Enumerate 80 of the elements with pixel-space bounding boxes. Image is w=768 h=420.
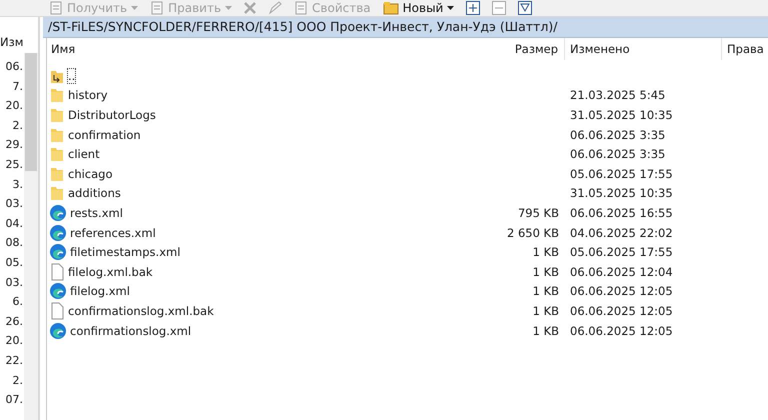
folder-icon [49, 185, 65, 202]
table-cell-text: 05.06.2025 17:55 [569, 245, 674, 260]
table-cell-text: 06.06.2025 12:05 [569, 284, 674, 298]
scroll-thumb[interactable] [25, 53, 37, 171]
swirl-icon [49, 204, 67, 222]
file-name[interactable]: filelog.xml.bak [68, 264, 153, 279]
table-cell-text: 795 KB [516, 206, 560, 220]
table-cell-text: 06.06.2025 12:05 [569, 304, 674, 318]
table-cell-text: 1 KB [532, 324, 560, 338]
table-cell-text: 06.06.2025 12:05 [569, 324, 674, 338]
document-icon [49, 262, 65, 281]
document-icon [49, 302, 65, 320]
table-cell-text: 06.06.2025 3:35 [569, 147, 666, 162]
swirl-icon [49, 224, 67, 242]
table-cell-text: 04. [4, 216, 24, 232]
column-header[interactable]: Имя [47, 38, 493, 60]
file-name[interactable]: confirmationslog.xml [70, 324, 192, 338]
column-header[interactable]: Изменено [565, 38, 722, 60]
folder-icon [49, 146, 65, 162]
file-name[interactable]: confirmation [68, 128, 141, 142]
file-name[interactable]: chicago [68, 166, 113, 181]
table-cell-text: 2 650 KB [506, 226, 560, 240]
folder-icon [49, 87, 65, 104]
table-cell-text: 06.06.2025 16:55 [569, 206, 674, 220]
toolbar-button[interactable]: Новый [380, 0, 458, 16]
table-cell-text: 1 KB [532, 284, 560, 298]
table-cell-text: 2. [12, 118, 24, 134]
table-cell-text: 2. [12, 372, 24, 388]
file-name[interactable]: additions [68, 186, 121, 200]
file-name[interactable]: client [68, 147, 100, 162]
table-cell-text: 05. [4, 254, 24, 271]
table-cell-text: 3. [12, 176, 24, 193]
table-cell-text: 05.06.2025 17:55 [569, 166, 674, 181]
folder-icon [49, 166, 65, 182]
table-cell-text: 7. [12, 78, 24, 95]
swirl-icon [49, 243, 67, 262]
table-cell-text: 03. [4, 274, 24, 291]
table-cell-text: 1 KB [532, 304, 560, 318]
table-cell-text: 20. [4, 333, 24, 350]
column-header[interactable]: Размер [493, 38, 565, 60]
pencil-icon [268, 1, 282, 15]
new-folder-icon [382, 1, 399, 15]
file-name[interactable]: confirmationslog.xml.bak [68, 304, 214, 318]
table-cell-text: 1 KB [532, 264, 560, 279]
minus-icon [492, 1, 506, 15]
column-header[interactable]: Права [722, 38, 764, 60]
file-name[interactable]: DistributorLogs [68, 108, 156, 122]
table-cell-text: 07. [4, 392, 24, 408]
table-cell-text: 06.06.2025 12:04 [569, 264, 674, 279]
folder-icon [49, 106, 65, 123]
table-cell-text: 31.05.2025 10:35 [569, 186, 674, 200]
table-cell-text: 20. [4, 98, 24, 114]
table-cell-text: 1 KB [532, 245, 560, 260]
path-bar: /ST-FiLES/SYNCFOLDER/FERRERO/[415] ООО Проект-Инвест, Улан-Удэ (Шаттл)/ [43, 17, 768, 38]
close-icon [244, 2, 256, 14]
swirl-icon [49, 282, 67, 300]
table-cell-text: 6. [12, 294, 24, 310]
table-cell-text: 22. [4, 352, 24, 369]
table-cell-text: 31.05.2025 10:35 [569, 108, 674, 122]
folder-icon [49, 126, 65, 143]
table-cell-text: 29. [4, 137, 24, 154]
table-cell-text: 25. [4, 156, 24, 173]
column-header[interactable]: Изм [0, 35, 24, 49]
table-cell-text: 21.03.2025 5:45 [569, 88, 666, 102]
file-name[interactable]: filelog.xml [70, 284, 130, 298]
file-name[interactable]: history [68, 88, 108, 102]
scrollbar[interactable] [24, 53, 38, 420]
table-cell-text: 06.06.2025 3:35 [569, 128, 666, 142]
plus-icon [466, 1, 480, 15]
filter-icon [518, 1, 532, 15]
table-cell-text: 04.06.2025 22:02 [569, 226, 674, 240]
file-name[interactable]: .. [68, 68, 76, 83]
table-cell-text: 06. [4, 59, 24, 75]
swirl-icon [49, 322, 67, 340]
file-name[interactable]: rests.xml [70, 206, 123, 220]
file-name[interactable]: references.xml [70, 226, 156, 240]
table-cell-text: 26. [4, 314, 24, 330]
file-name[interactable]: filetimestamps.xml [70, 245, 180, 260]
table-cell-text: 08. [4, 235, 24, 252]
table-cell-text: 03. [4, 196, 24, 212]
